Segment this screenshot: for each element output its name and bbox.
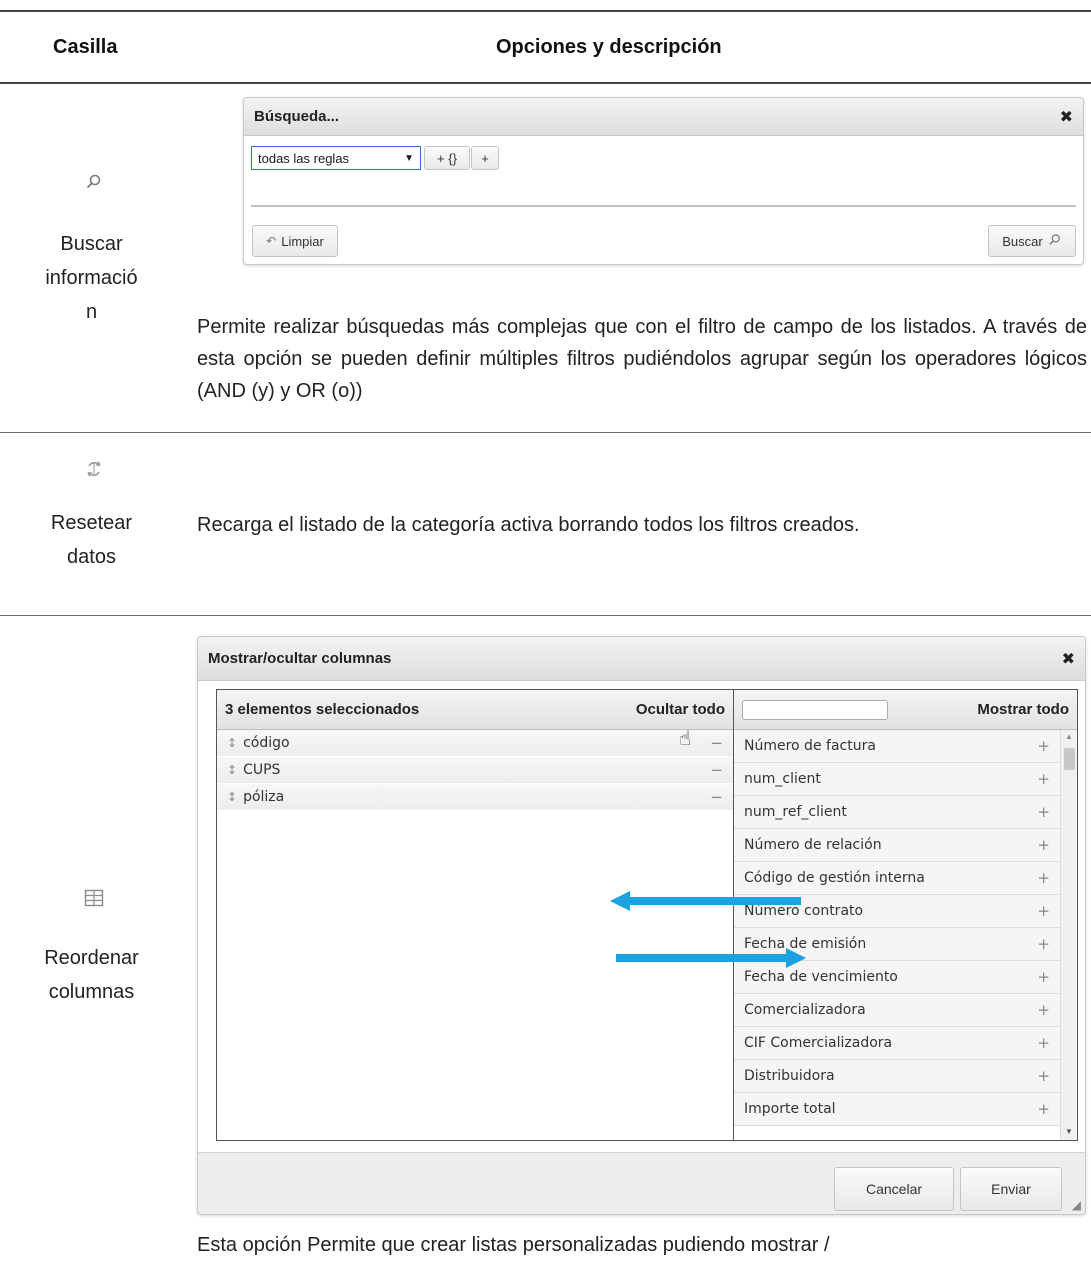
header-rule xyxy=(0,82,1091,84)
add-group-button[interactable]: + {} xyxy=(424,146,470,170)
search-divider xyxy=(251,205,1076,207)
row-label-resetear: Resetear datos xyxy=(50,512,133,568)
table-top-rule xyxy=(0,10,1091,12)
search-rule-row: todas las reglas ▼ + {} + xyxy=(251,146,499,170)
row-label-buscar: Buscar informació n xyxy=(45,233,138,323)
clear-button[interactable]: ↶ Limpiar xyxy=(252,225,338,257)
row-description-resetear: Recarga el listado de la categoría activ… xyxy=(197,514,860,536)
close-icon[interactable]: ✖ xyxy=(1060,107,1073,127)
search-icon xyxy=(82,170,106,194)
search-icon xyxy=(1048,233,1062,250)
row-description-buscar: Permite realizar búsquedas más complejas… xyxy=(197,316,1087,402)
arrow-left xyxy=(610,891,801,911)
undo-icon: ↶ xyxy=(266,234,277,248)
search-dialog-title: Búsqueda... xyxy=(254,108,340,125)
row-label-reordenar: Reordenar columnas xyxy=(44,947,139,1003)
rule-mode-select[interactable]: todas las reglas ▼ xyxy=(251,146,421,170)
move-arrows xyxy=(610,891,806,968)
search-dialog: Búsqueda... ✖ todas las reglas ▼ + {} + … xyxy=(243,97,1084,265)
dropdown-arrow-icon: ▼ xyxy=(404,152,414,164)
row-rule-1 xyxy=(0,432,1091,433)
add-rule-button[interactable]: + xyxy=(471,146,499,170)
search-dialog-titlebar: Búsqueda... ✖ xyxy=(244,98,1083,136)
refresh-icon xyxy=(80,455,108,483)
arrow-right xyxy=(616,948,806,968)
row-rule-2 xyxy=(0,615,1091,616)
header-opciones: Opciones y descripción xyxy=(496,36,722,58)
resize-grip-icon[interactable]: ◢ xyxy=(1072,1198,1081,1212)
table-grid-icon xyxy=(80,884,108,912)
search-button[interactable]: Buscar xyxy=(988,225,1076,257)
columns-dialog-footer: Cancelar Enviar ◢ xyxy=(198,1152,1085,1214)
row-description-reordenar: Esta opción Permite que crear listas per… xyxy=(197,1234,830,1256)
submit-button[interactable]: Enviar xyxy=(960,1167,1062,1211)
header-casilla: Casilla xyxy=(53,36,118,58)
columns-dialog: Mostrar/ocultar columnas ✖ 3 elementos s… xyxy=(197,636,1086,1215)
cancel-button[interactable]: Cancelar xyxy=(834,1167,954,1211)
